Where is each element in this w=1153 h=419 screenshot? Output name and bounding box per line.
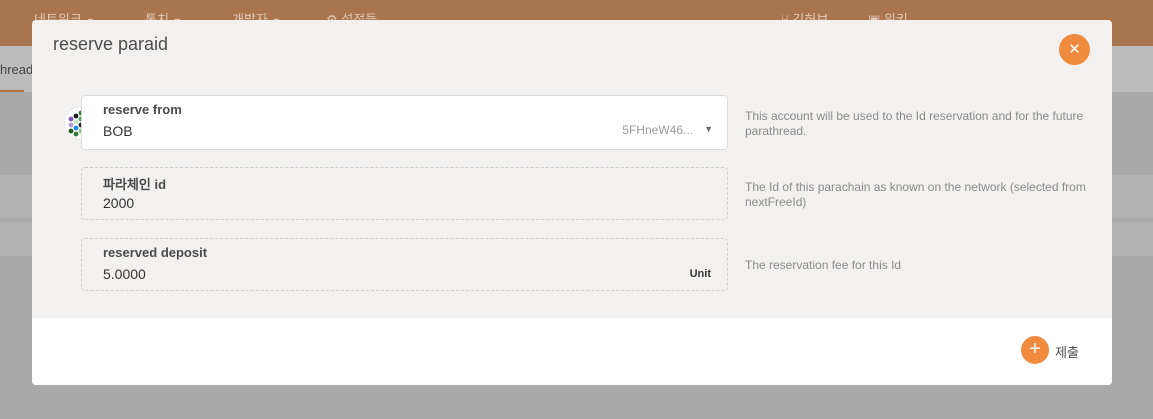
reserved-deposit-label: reserved deposit <box>103 245 208 260</box>
reserve-from-dropdown[interactable]: reserve from BOB 5FHneW46... ▼ <box>81 95 728 150</box>
reserved-deposit-field: reserved deposit 5.0000 Unit <box>81 238 728 291</box>
chevron-down-icon: ▼ <box>704 124 713 134</box>
reserved-deposit-help: The reservation fee for this Id <box>745 258 902 272</box>
account-address: 5FHneW46... <box>622 123 693 137</box>
active-tab-indicator <box>0 90 24 92</box>
reserve-paraid-modal: reserve paraid ✕ reserve from BOB 5FHneW… <box>32 20 1112 385</box>
reserved-deposit-value: 5.0000 <box>103 266 146 282</box>
modal-footer: + 제출 <box>32 318 1112 385</box>
close-button[interactable]: ✕ <box>1059 34 1090 65</box>
reserve-from-help: This account will be used to the Id rese… <box>745 109 1084 138</box>
reserve-from-label: reserve from <box>103 102 182 117</box>
submit-label: 제출 <box>1055 345 1079 360</box>
deposit-unit: Unit <box>689 268 711 280</box>
tab-parathreads[interactable]: hread <box>0 62 33 77</box>
close-icon: ✕ <box>1068 41 1081 58</box>
reserve-from-value: BOB <box>103 123 133 139</box>
plus-icon: + <box>1021 336 1049 364</box>
parachain-id-help: The Id of this parachain as known on the… <box>745 180 1086 209</box>
parachain-id-field: 파라체인 id 2000 <box>81 167 728 220</box>
parachain-id-value: 2000 <box>103 195 135 211</box>
modal-title: reserve paraid <box>53 34 169 54</box>
parachain-id-label: 파라체인 id <box>103 177 167 192</box>
